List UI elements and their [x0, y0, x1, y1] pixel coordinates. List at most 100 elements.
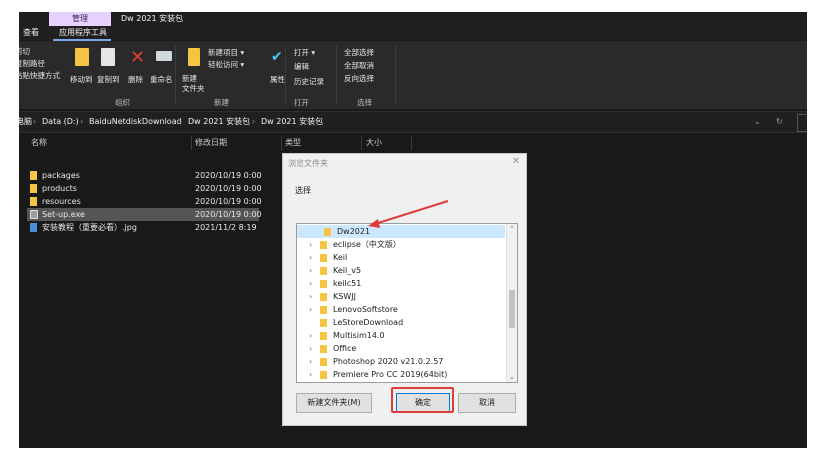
tree-item[interactable]: › Photoshop 2020 v21.0.2.57	[297, 355, 505, 368]
chevron-right-icon[interactable]: ›	[309, 342, 312, 355]
file-row[interactable]: packages 2020/10/19 0:00	[27, 169, 262, 182]
dialog-title: 浏览文件夹	[288, 159, 328, 168]
tree-item-label: Dw2021	[337, 227, 371, 236]
folder-icon	[320, 319, 327, 327]
open-button[interactable]: 打开 ▾	[294, 47, 315, 58]
file-date: 2020/10/19 0:00	[195, 210, 262, 219]
chevron-right-icon[interactable]: ›	[309, 277, 312, 290]
file-date: 2021/11/2 8:19	[195, 223, 257, 232]
breadcrumb-separator: ›	[33, 117, 37, 126]
chevron-right-icon[interactable]: ›	[309, 251, 312, 264]
tree-item[interactable]: › Office	[297, 342, 505, 355]
ribbon-divider	[175, 45, 176, 105]
tree-item[interactable]: › Multisim14.0	[297, 329, 505, 342]
tree-item-label: LeStoreDownload	[333, 318, 404, 327]
address-bar[interactable]: 电脑 › Data (D:) › BaiduNetdiskDownload › …	[19, 111, 807, 133]
new-folder-button[interactable]: 新建文件夹(M)	[296, 393, 372, 413]
scroll-up-icon[interactable]: ⌃	[509, 225, 515, 233]
tab-app-tools[interactable]: 应用程序工具	[59, 26, 107, 40]
column-date[interactable]: 修改日期	[195, 137, 227, 148]
close-icon[interactable]: ✕	[512, 156, 520, 167]
copy-path-button[interactable]: 复制路径	[19, 58, 45, 69]
rename-button[interactable]: 重命名	[150, 74, 173, 85]
column-size[interactable]: 大小	[366, 137, 382, 148]
tree-item[interactable]: › eclipse（中文版）	[297, 238, 505, 251]
delete-button[interactable]: 删除	[128, 74, 143, 85]
tree-item-label: Keil_v5	[333, 266, 362, 275]
delete-icon: ✕	[130, 47, 146, 68]
new-item-button[interactable]: 新建项目 ▾	[208, 47, 244, 58]
tree-item-selected[interactable]: Dw2021	[297, 225, 505, 238]
folder-tree[interactable]: Dw2021 › eclipse（中文版） › Keil › Keil_v5 ›…	[296, 223, 518, 383]
tree-scrollbar[interactable]: ⌃ ⌄	[506, 224, 517, 382]
tree-item[interactable]: › Keil	[297, 251, 505, 264]
copy-to-icon	[101, 48, 115, 66]
file-row[interactable]: 安装教程（重要必看）.jpg 2021/11/2 8:19	[27, 221, 259, 234]
properties-button[interactable]: 属性	[270, 74, 285, 85]
chevron-right-icon[interactable]: ›	[309, 238, 312, 251]
breadcrumb-folder[interactable]: Dw 2021 安装包	[188, 112, 250, 132]
copy-to-button[interactable]: 复制到	[97, 74, 120, 85]
new-folder-icon	[188, 48, 200, 66]
tree-item[interactable]: LeStoreDownload	[297, 316, 505, 329]
column-type[interactable]: 类型	[285, 137, 301, 148]
file-row[interactable]: resources 2020/10/19 0:00	[27, 195, 262, 208]
folder-icon	[320, 241, 327, 249]
tree-item-label: Office	[333, 344, 357, 353]
group-select: 选择	[357, 98, 372, 107]
file-row[interactable]: products 2020/10/19 0:00	[27, 182, 262, 195]
breadcrumb-drive[interactable]: Data (D:)	[42, 112, 79, 132]
chevron-right-icon[interactable]: ›	[309, 290, 312, 303]
paste-shortcut-button[interactable]: 粘贴快捷方式	[19, 70, 60, 81]
breadcrumb-separator: ›	[179, 117, 183, 126]
tree-item[interactable]: › Premiere Pro CC 2019(64bit)	[297, 368, 505, 381]
breadcrumb-current[interactable]: Dw 2021 安装包	[261, 112, 323, 132]
chevron-right-icon[interactable]: ›	[309, 303, 312, 316]
new-folder-button[interactable]: 新建 文件夹	[182, 74, 205, 94]
breadcrumb-separator: ›	[80, 117, 84, 126]
file-name: 安装教程（重要必看）.jpg	[42, 223, 137, 232]
refresh-icon[interactable]: ↻	[776, 112, 783, 132]
column-name[interactable]: 名称	[31, 137, 47, 148]
tree-item[interactable]: › LenovoSoftstore	[297, 303, 505, 316]
tree-item[interactable]: › Keil_v5	[297, 264, 505, 277]
tree-item-label: Premiere Pro CC 2019(64bit)	[333, 370, 448, 379]
title-bar: 管理 Dw 2021 安装包	[19, 12, 807, 26]
easy-access-button[interactable]: 轻松访问 ▾	[208, 59, 244, 70]
chevron-right-icon[interactable]: ›	[309, 355, 312, 368]
file-name: Set-up.exe	[42, 210, 85, 219]
chevron-down-icon[interactable]: ⌄	[754, 112, 761, 132]
chevron-right-icon[interactable]: ›	[309, 329, 312, 342]
scrollbar-thumb[interactable]	[509, 290, 515, 328]
folder-icon	[320, 280, 327, 288]
column-divider	[411, 136, 412, 150]
move-to-icon	[75, 48, 89, 66]
tab-view[interactable]: 查看	[23, 26, 39, 40]
group-organize: 组织	[115, 98, 130, 107]
invert-selection-button[interactable]: 反向选择	[344, 73, 374, 84]
breadcrumb-folder[interactable]: BaiduNetdiskDownload	[89, 112, 182, 132]
column-divider	[281, 136, 282, 150]
move-to-button[interactable]: 移动到	[70, 74, 93, 85]
tree-item[interactable]: › KSWJJ	[297, 290, 505, 303]
search-input[interactable]	[797, 114, 807, 132]
tab-manage[interactable]: 管理	[49, 12, 111, 26]
chevron-right-icon[interactable]: ›	[309, 264, 312, 277]
cut-button[interactable]: 剪切	[19, 46, 30, 57]
breadcrumb-pc[interactable]: 电脑	[19, 112, 32, 132]
folder-icon	[320, 332, 327, 340]
tree-item-label: Keil	[333, 253, 348, 262]
file-row-selected[interactable]: Set-up.exe 2020/10/19 0:00	[27, 208, 262, 221]
rename-icon	[156, 51, 172, 61]
chevron-right-icon[interactable]: ›	[309, 368, 312, 381]
select-all-button[interactable]: 全部选择	[344, 47, 374, 58]
folder-icon	[320, 371, 327, 379]
edit-button[interactable]: 编辑	[294, 61, 309, 72]
select-none-button[interactable]: 全部取消	[344, 60, 374, 71]
folder-icon	[30, 197, 37, 206]
browse-folder-dialog: 浏览文件夹 ✕ 选择 Dw2021 › eclipse（中文版） › Keil …	[282, 153, 527, 426]
history-button[interactable]: 历史记录	[294, 76, 324, 87]
scroll-down-icon[interactable]: ⌄	[509, 373, 515, 381]
tree-item[interactable]: › keilc51	[297, 277, 505, 290]
cancel-button[interactable]: 取消	[458, 393, 516, 413]
